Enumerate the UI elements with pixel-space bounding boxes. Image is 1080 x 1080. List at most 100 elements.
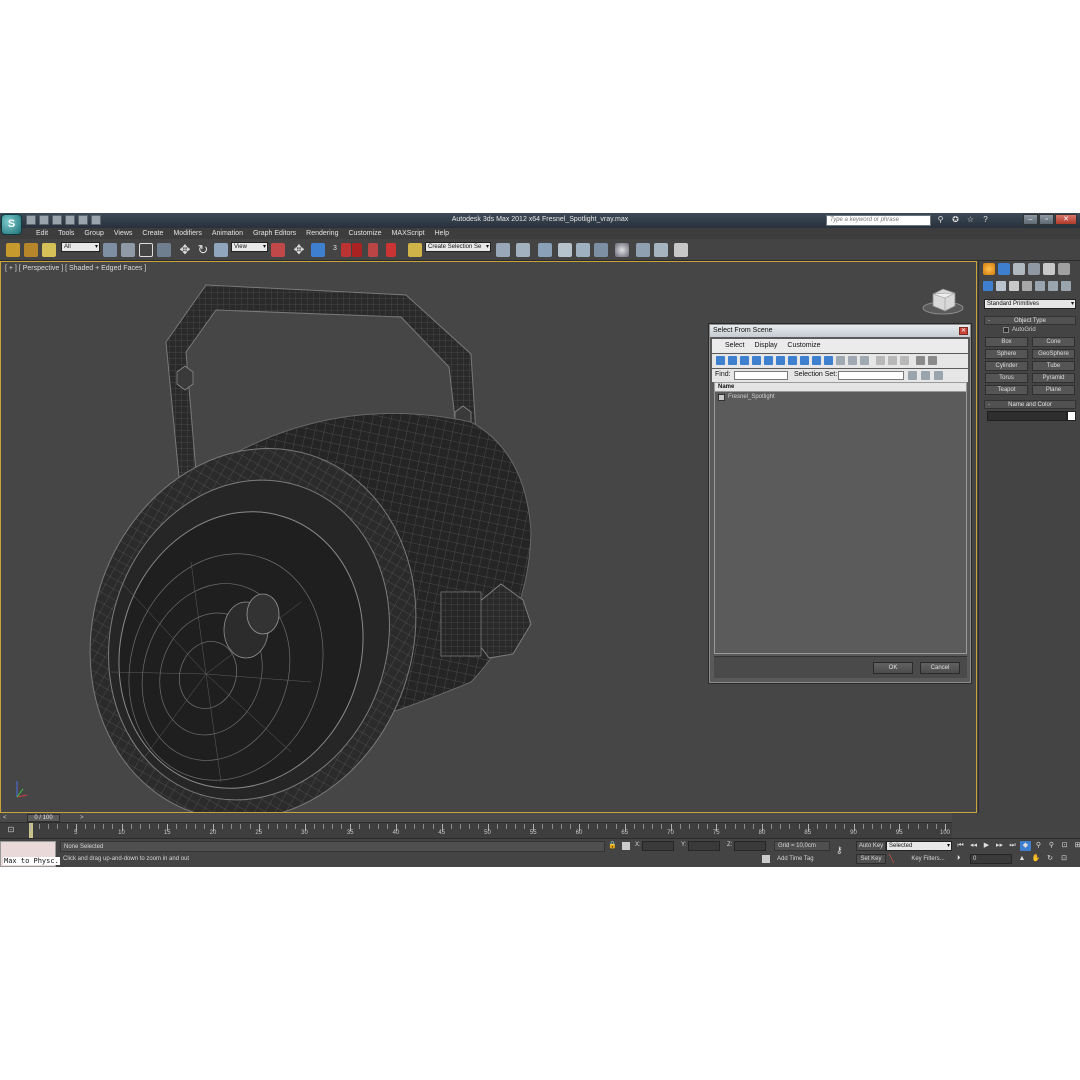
graphite-toggle-icon[interactable] <box>558 243 572 257</box>
zoom-extents-icon[interactable]: ⊡ <box>1059 841 1070 851</box>
sphere-button[interactable]: Sphere <box>985 349 1028 359</box>
next-frame-icon[interactable]: ▸▸ <box>994 841 1005 851</box>
time-slider-prev-button[interactable]: < <box>3 814 9 822</box>
geometry-category-icon[interactable] <box>983 281 993 291</box>
favorites-icon[interactable]: ✪ <box>951 215 960 225</box>
advanced-filter-icon[interactable] <box>928 356 937 365</box>
display-helpers-icon[interactable] <box>764 356 773 365</box>
display-frozen-icon[interactable] <box>836 356 845 365</box>
absolute-mode-transform-icon[interactable] <box>622 842 630 850</box>
shapes-category-icon[interactable] <box>996 281 1006 291</box>
undo-icon[interactable] <box>65 215 75 225</box>
hierarchy-tab-icon[interactable] <box>1013 263 1025 275</box>
select-manipulate-icon[interactable]: ✥ <box>292 243 306 257</box>
display-none-icon[interactable] <box>876 356 885 365</box>
render-production-icon[interactable] <box>674 243 688 257</box>
key-mode-toggle-icon[interactable]: ◆ <box>1020 841 1031 851</box>
curve-editor-icon[interactable] <box>576 243 590 257</box>
display-tab-icon[interactable] <box>1043 263 1055 275</box>
utilities-tab-icon[interactable] <box>1058 263 1070 275</box>
sync-selection-icon[interactable] <box>900 356 909 365</box>
display-hidden-icon[interactable] <box>848 356 857 365</box>
maxscript-listener[interactable]: Max to Physc. <box>0 841 60 867</box>
snap-toggle-label[interactable]: 3 <box>333 245 337 252</box>
key-mode-dropdown[interactable]: Selected <box>886 841 952 851</box>
window-crossing-icon[interactable] <box>157 243 171 257</box>
redo-icon[interactable] <box>78 215 88 225</box>
menu-graph-editors[interactable]: Graph Editors <box>248 228 301 239</box>
zoom-all-icon[interactable]: ⚲ <box>1046 841 1057 851</box>
zoom-extents-all-icon[interactable]: ⊞ <box>1072 841 1080 851</box>
lock-selection-icon[interactable]: 🔒 <box>608 842 617 850</box>
keyboard-shortcut-override-icon[interactable] <box>311 243 325 257</box>
mirror-icon[interactable] <box>496 243 510 257</box>
menu-animation[interactable]: Animation <box>207 228 248 239</box>
snaps-toggle-icon[interactable] <box>341 243 351 257</box>
render-setup-icon[interactable] <box>636 243 650 257</box>
display-xrefs-icon[interactable] <box>800 356 809 365</box>
viewport-label[interactable]: [ + ] [ Perspective ] [ Shaded + Edged F… <box>5 265 146 272</box>
project-folder-icon[interactable] <box>91 215 101 225</box>
mini-curve-editor-icon[interactable]: ⊡ <box>5 825 17 835</box>
display-lights-icon[interactable] <box>740 356 749 365</box>
key-filter-icon[interactable]: ╲ <box>889 855 899 863</box>
reference-coordinate-dropdown[interactable]: View <box>231 242 268 252</box>
select-invert-icon[interactable] <box>934 371 943 380</box>
menu-edit[interactable]: Edit <box>31 228 53 239</box>
dialog-menu-customize[interactable]: Customize <box>782 339 825 353</box>
object-name-input[interactable] <box>987 411 1067 421</box>
close-window-button[interactable]: ✕ <box>1055 214 1077 225</box>
select-object-icon[interactable] <box>103 243 117 257</box>
autogrid-checkbox[interactable]: AutoGrid <box>1003 327 1036 333</box>
menu-customize[interactable]: Customize <box>343 228 386 239</box>
selection-set-dropdown[interactable] <box>838 371 904 380</box>
select-none-icon[interactable] <box>921 371 930 380</box>
time-slider-thumb[interactable]: 0 / 100 <box>27 814 60 822</box>
viewcube-icon[interactable] <box>921 280 965 316</box>
binoculars-icon[interactable]: ⚲ <box>936 215 945 225</box>
box-button[interactable]: Box <box>985 337 1028 347</box>
plane-button[interactable]: Plane <box>1032 385 1075 395</box>
orbit-icon[interactable]: ↻ <box>1044 853 1056 864</box>
star-icon[interactable]: ☆ <box>966 215 975 225</box>
maximize-button[interactable]: ▫ <box>1039 214 1054 225</box>
menu-maxscript[interactable]: MAXScript <box>387 228 430 239</box>
link-icon[interactable] <box>6 243 20 257</box>
zoom-icon[interactable]: ⚲ <box>1033 841 1044 851</box>
menu-tools[interactable]: Tools <box>53 228 79 239</box>
save-file-icon[interactable] <box>52 215 62 225</box>
display-containers-icon[interactable] <box>824 356 833 365</box>
time-slider-next-button[interactable]: > <box>80 814 86 822</box>
name-and-color-rollout[interactable]: Name and Color <box>984 400 1076 409</box>
app-logo-icon[interactable]: S <box>1 214 22 235</box>
bind-space-warp-icon[interactable] <box>42 243 56 257</box>
pyramid-button[interactable]: Pyramid <box>1032 373 1075 383</box>
display-shapes-icon[interactable] <box>728 356 737 365</box>
list-item[interactable]: Fresnel_Spotlight <box>715 392 966 402</box>
spinner-snap-icon[interactable] <box>386 243 396 257</box>
helpers-category-icon[interactable] <box>1035 281 1045 291</box>
cancel-button[interactable]: Cancel <box>920 662 960 674</box>
cylinder-button[interactable]: Cylinder <box>985 361 1028 371</box>
named-selection-sets-dropdown[interactable]: Create Selection Se <box>425 242 491 252</box>
angle-snap-icon[interactable] <box>352 243 362 257</box>
motion-tab-icon[interactable] <box>1028 263 1040 275</box>
track-bar[interactable]: ⊡ 5 10 15 20 25 30 35 40 45 50 55 60 65 70 75 80 85 90 95 1… <box>0 823 952 838</box>
schematic-view-icon[interactable] <box>594 243 608 257</box>
set-key-icon[interactable]: ⚷ <box>836 845 850 855</box>
find-input[interactable] <box>734 371 788 380</box>
invert-display-icon[interactable] <box>888 356 897 365</box>
minimize-button[interactable]: – <box>1023 214 1038 225</box>
select-all-icon[interactable] <box>908 371 917 380</box>
z-coordinate-field[interactable] <box>734 841 766 851</box>
tube-button[interactable]: Tube <box>1032 361 1075 371</box>
current-frame-field[interactable]: 0 <box>970 854 1012 864</box>
dialog-close-button[interactable]: ✕ <box>959 327 968 335</box>
percent-snap-icon[interactable] <box>368 243 378 257</box>
dialog-menu-select[interactable]: Select <box>720 339 749 353</box>
create-tab-icon[interactable] <box>983 263 995 275</box>
menu-rendering[interactable]: Rendering <box>301 228 343 239</box>
torus-button[interactable]: Torus <box>985 373 1028 383</box>
display-geometry-icon[interactable] <box>716 356 725 365</box>
dialog-menu-display[interactable]: Display <box>749 339 782 353</box>
